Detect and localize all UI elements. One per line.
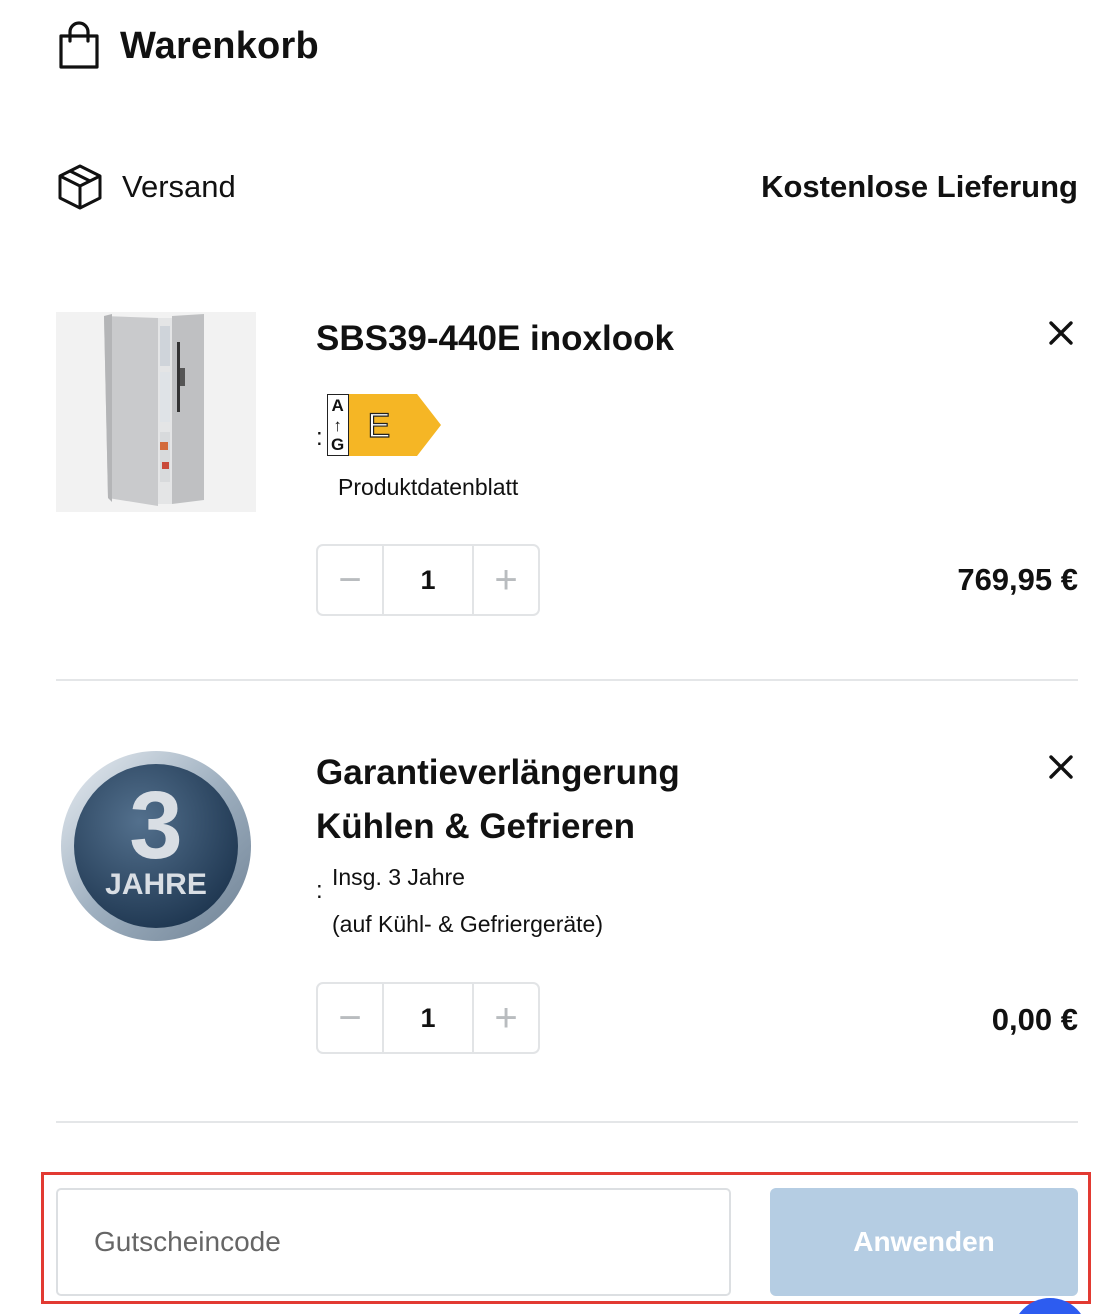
warranty-duration: Insg. 3 Jahre bbox=[332, 864, 465, 890]
warranty-separator: : bbox=[316, 877, 323, 904]
coupon-code-input[interactable] bbox=[56, 1188, 731, 1296]
datasheet-link[interactable]: Produktdatenblatt bbox=[338, 474, 518, 501]
energy-scale-top: A bbox=[331, 396, 344, 415]
energy-scale: A ↑ G bbox=[326, 394, 349, 456]
apply-coupon-button[interactable]: Anwenden bbox=[770, 1188, 1078, 1296]
increase-quantity-button[interactable]: + bbox=[474, 546, 538, 614]
item-divider bbox=[56, 1121, 1078, 1123]
warranty-badge-text: JAHRE bbox=[105, 868, 207, 901]
package-icon bbox=[58, 164, 102, 210]
shipping-row: Versand Kostenlose Lieferung bbox=[56, 160, 1078, 214]
shipping-value: Kostenlose Lieferung bbox=[761, 169, 1078, 204]
arrow-up-icon: ↑ bbox=[333, 415, 342, 435]
quantity-value[interactable]: 1 bbox=[382, 546, 474, 614]
product-image[interactable] bbox=[56, 312, 256, 512]
decrease-quantity-button[interactable]: − bbox=[318, 546, 382, 614]
cart-item: 3 JAHRE Garantieverlängerung Kühlen & Ge… bbox=[56, 746, 1078, 1066]
cart-item: SBS39-440E inoxlook : A ↑ G E Produktdat… bbox=[56, 312, 1078, 622]
cart-header: Warenkorb bbox=[56, 20, 319, 72]
item-price: 769,95 € bbox=[957, 562, 1078, 597]
page-title: Warenkorb bbox=[120, 24, 319, 67]
item-divider bbox=[56, 679, 1078, 681]
energy-scale-bottom: G bbox=[331, 435, 345, 454]
remove-item-icon[interactable] bbox=[1048, 320, 1074, 346]
shipping-label: Versand bbox=[122, 169, 236, 204]
product-name[interactable]: Garantieverlängerung Kühlen & Gefrieren bbox=[316, 746, 680, 854]
quantity-stepper: − 1 + bbox=[316, 982, 540, 1054]
item-price: 0,00 € bbox=[991, 1002, 1078, 1037]
energy-class-badge: E bbox=[348, 394, 441, 456]
product-name-line-1: Garantieverlängerung bbox=[316, 753, 680, 792]
warranty-scope: (auf Kühl- & Gefriergeräte) bbox=[332, 911, 604, 937]
increase-quantity-button[interactable]: + bbox=[474, 984, 538, 1052]
decrease-quantity-button[interactable]: − bbox=[318, 984, 382, 1052]
quantity-value[interactable]: 1 bbox=[382, 984, 474, 1052]
remove-item-icon[interactable] bbox=[1048, 754, 1074, 780]
energy-class-letter: E bbox=[367, 407, 390, 445]
warranty-badge-number: 3 bbox=[129, 772, 182, 879]
product-name-line-2: Kühlen & Gefrieren bbox=[316, 807, 635, 846]
warranty-details: : Insg. 3 Jahre (auf Kühl- & Gefriergerä… bbox=[316, 854, 603, 948]
product-name[interactable]: SBS39-440E inoxlook bbox=[316, 312, 674, 366]
energy-label[interactable]: : A ↑ G E bbox=[316, 394, 441, 456]
energy-separator: : bbox=[316, 424, 323, 451]
quantity-stepper: − 1 + bbox=[316, 544, 540, 616]
warranty-badge-image: 3 JAHRE bbox=[61, 751, 251, 941]
shopping-bag-icon bbox=[59, 21, 99, 69]
